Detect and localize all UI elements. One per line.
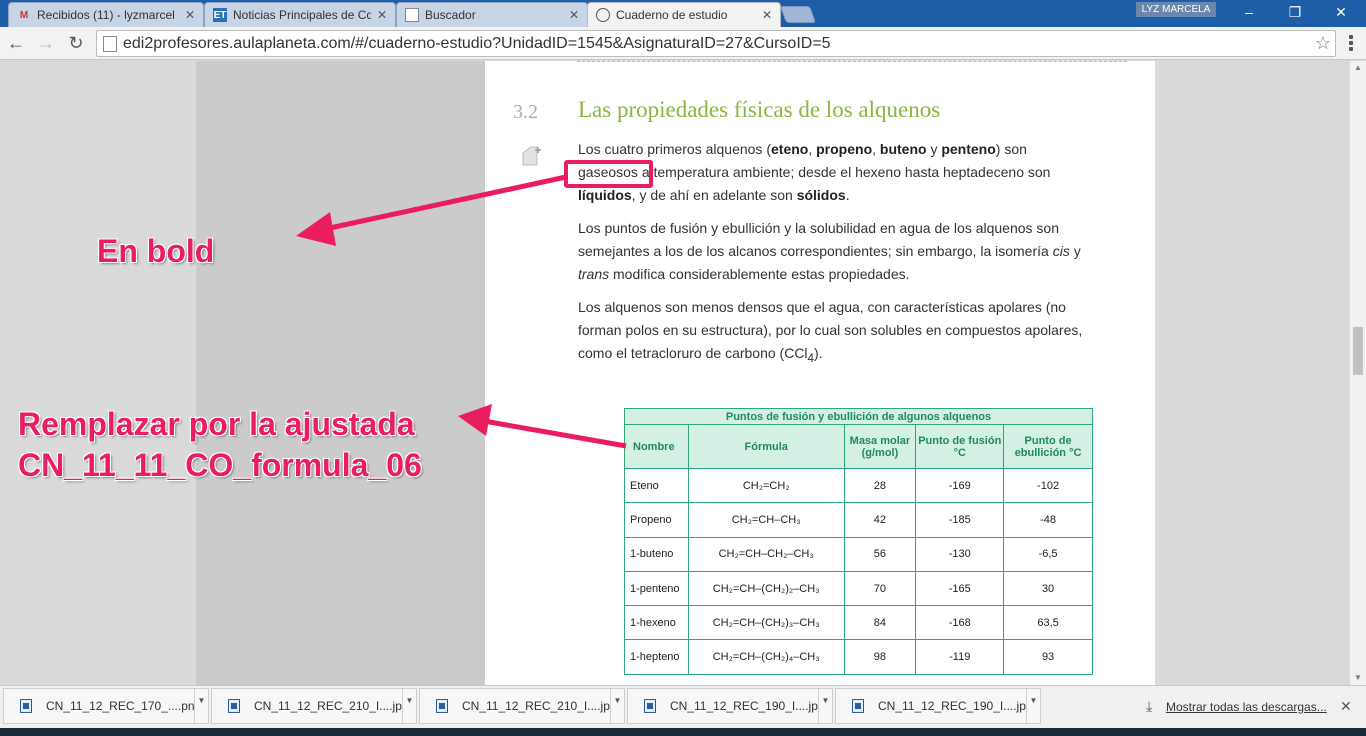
new-tab-button[interactable] <box>779 6 817 23</box>
tab-strip: M Recibidos (11) - lyzmarcel ✕ ET Notici… <box>0 0 1366 27</box>
image-file-icon <box>644 699 656 713</box>
menu-icon[interactable] <box>1342 33 1360 53</box>
column-header: Fórmula <box>687 424 845 469</box>
table-row: 1-buteno CH₂=CH–CH₂–CH₃ 56 -130 -6,5 <box>624 536 1093 572</box>
section-number: 3.2 <box>513 101 538 123</box>
chevron-down-icon[interactable]: ▼ <box>194 688 208 724</box>
table-row: Propeno CH₂=CH–CH₃ 42 -185 -48 <box>624 502 1093 538</box>
add-note-icon[interactable] <box>521 145 543 167</box>
back-arrow-icon[interactable]: ← <box>4 32 28 54</box>
table-caption: Puntos de fusión y ebullición de algunos… <box>624 408 1093 425</box>
reload-icon[interactable]: ↻ <box>64 32 88 54</box>
table-row: 1-hepteno CH₂=CH–(CH₂)₄–CH₃ 98 -119 93 <box>624 639 1093 675</box>
gmail-icon: M <box>19 9 29 21</box>
annotation-replace-line1: Remplazar por la ajustada <box>18 406 415 442</box>
tab-cuaderno[interactable]: Cuaderno de estudio ✕ <box>587 2 781 27</box>
tab-title: Recibidos (11) - lyzmarcel <box>37 8 175 22</box>
section-title: Las propiedades físicas de los alquenos <box>578 97 941 122</box>
image-file-icon <box>852 699 864 713</box>
annotation-replace-line2: CN_11_11_CO_formula_06 <box>18 447 422 483</box>
globe-icon <box>596 8 610 22</box>
restore-icon[interactable]: ❐ <box>1272 0 1318 24</box>
scroll-down-icon[interactable]: ▼ <box>1354 673 1362 682</box>
column-header: Nombre <box>624 424 689 469</box>
url-text[interactable]: edi2profesores.aulaplaneta.com/#/cuadern… <box>123 35 1311 53</box>
chevron-down-icon[interactable]: ▼ <box>402 688 416 724</box>
page-viewport: 3.2 Las propiedades físicas de los alque… <box>0 61 1350 685</box>
close-tab-icon[interactable]: ✕ <box>185 8 195 22</box>
news-icon: ET <box>213 8 227 22</box>
bookmark-star-icon[interactable]: ☆ <box>1311 33 1335 54</box>
tab-gmail[interactable]: M Recibidos (11) - lyzmarcel ✕ <box>8 2 204 27</box>
side-shade <box>196 61 485 685</box>
image-file-icon <box>20 699 32 713</box>
scrollbar-thumb[interactable] <box>1353 327 1363 375</box>
document-icon <box>405 8 419 22</box>
tab-buscador[interactable]: Buscador ✕ <box>396 2 588 27</box>
show-all-downloads-link[interactable]: Mostrar todas las descargas... <box>1166 700 1327 714</box>
download-item[interactable]: CN_11_12_REC_210_I....jpg ▼ <box>211 688 417 724</box>
close-tab-icon[interactable]: ✕ <box>762 8 772 22</box>
vertical-scrollbar[interactable]: ▲ ▼ <box>1350 61 1366 685</box>
table-row: Eteno CH₂=CH₂ 28 -169 -102 <box>624 467 1093 504</box>
paragraph-3: Los alquenos son menos densos que el agu… <box>578 299 1083 365</box>
chevron-down-icon[interactable]: ▼ <box>610 688 624 724</box>
forward-arrow-icon[interactable]: → <box>34 32 58 54</box>
close-download-bar-icon[interactable]: ✕ <box>1340 698 1352 715</box>
tab-title: Buscador <box>425 8 476 22</box>
alkenes-table: Puntos de fusión y ebullición de algunos… <box>624 408 1093 675</box>
scroll-up-icon[interactable]: ▲ <box>1354 63 1362 72</box>
paragraph-2: Los puntos de fusión y ebullición y la s… <box>578 220 1081 282</box>
download-arrow-icon: ⤓ <box>1146 698 1153 714</box>
close-tab-icon[interactable]: ✕ <box>569 8 579 22</box>
column-header: Punto de ebullición °C <box>1003 424 1093 469</box>
tab-title: Noticias Principales de Co <box>233 8 371 22</box>
close-window-icon[interactable]: ✕ <box>1318 0 1364 24</box>
study-page: 3.2 Las propiedades físicas de los alque… <box>485 61 1155 685</box>
download-item[interactable]: CN_11_12_REC_190_I....jpg ▼ <box>835 688 1041 724</box>
column-header: Punto de fusión °C <box>915 424 1005 469</box>
page-icon <box>103 35 117 52</box>
paragraph-1: Los cuatro primeros alquenos (eteno, pro… <box>578 141 1051 203</box>
table-row: 1-hexeno CH₂=CH–(CH₂)₃–CH₃ 84 -168 63,5 <box>624 605 1093 641</box>
column-header: Masa molar (g/mol) <box>843 424 917 469</box>
taskbar <box>0 728 1366 736</box>
download-item[interactable]: CN_11_12_REC_170_....png ▼ <box>3 688 209 724</box>
minimize-icon[interactable]: – <box>1226 0 1272 24</box>
chevron-down-icon[interactable]: ▼ <box>818 688 832 724</box>
close-tab-icon[interactable]: ✕ <box>377 8 387 22</box>
divider <box>577 61 1127 62</box>
download-item[interactable]: CN_11_12_REC_190_I....jpg ▼ <box>627 688 833 724</box>
tab-title: Cuaderno de estudio <box>616 8 728 22</box>
chevron-down-icon[interactable]: ▼ <box>1026 688 1040 724</box>
address-bar[interactable]: edi2profesores.aulaplaneta.com/#/cuadern… <box>96 30 1336 57</box>
image-file-icon <box>228 699 240 713</box>
table-row: 1-penteno CH₂=CH–(CH₂)₂–CH₃ 70 -165 30 <box>624 570 1093 607</box>
download-item[interactable]: CN_11_12_REC_210_I....jpg ▼ <box>419 688 625 724</box>
highlight-box <box>564 160 653 188</box>
image-file-icon <box>436 699 448 713</box>
annotation-en-bold: En bold <box>97 233 215 269</box>
user-badge[interactable]: LYZ MARCELA <box>1136 2 1216 17</box>
browser-toolbar: ← → ↻ edi2profesores.aulaplaneta.com/#/c… <box>0 27 1366 60</box>
tab-news[interactable]: ET Noticias Principales de Co ✕ <box>204 2 396 27</box>
